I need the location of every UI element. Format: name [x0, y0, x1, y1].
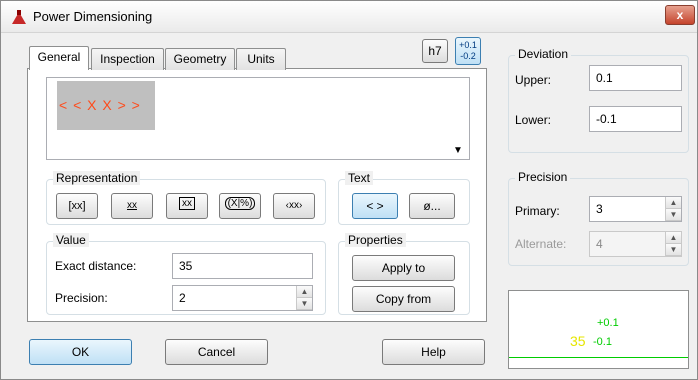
- preview-dimension-line: [509, 357, 688, 358]
- rep-btn-label-1: [xx]: [68, 200, 86, 212]
- text-btn-label-2: ø...: [423, 199, 441, 213]
- h7-button[interactable]: h7: [422, 39, 448, 63]
- representation-boxed-button[interactable]: xx: [166, 193, 208, 219]
- value-precision-label: Precision:: [55, 291, 108, 305]
- primary-label: Primary:: [515, 204, 560, 218]
- help-button[interactable]: Help: [382, 339, 485, 365]
- upper-deviation-input[interactable]: 0.1: [589, 65, 682, 91]
- value-group-title: Value: [53, 233, 89, 247]
- representation-title: Representation: [53, 171, 141, 185]
- preview-dimension-value: 35: [570, 333, 586, 349]
- copy-from-button[interactable]: Copy from: [352, 286, 455, 312]
- representation-bracket-button[interactable]: [xx]: [56, 193, 98, 219]
- tab-general[interactable]: General: [29, 46, 89, 70]
- alternate-precision-input: 4 ▲ ▼: [589, 231, 682, 257]
- representation-rounded-button[interactable]: (X|%): [219, 193, 261, 219]
- copy-from-label: Copy from: [375, 292, 432, 306]
- cancel-label: Cancel: [197, 345, 236, 359]
- tolerance-top-label: +0.1: [459, 40, 477, 50]
- value-precision-stepper[interactable]: ▲ ▼: [296, 286, 312, 310]
- value-precision-input[interactable]: 2 ▲ ▼: [172, 285, 313, 311]
- properties-title: Properties: [345, 233, 406, 247]
- spin-up-icon: ▲: [666, 232, 681, 244]
- tolerance-toggle-button[interactable]: +0.1 -0.2: [455, 37, 481, 65]
- cancel-button[interactable]: Cancel: [165, 339, 268, 365]
- primary-precision-input[interactable]: 3 ▲ ▼: [589, 196, 682, 222]
- rep-btn-label-4: (X|%): [224, 197, 256, 210]
- ok-button[interactable]: OK: [29, 339, 132, 365]
- spin-up-icon[interactable]: ▲: [666, 197, 681, 209]
- spin-down-icon[interactable]: ▼: [297, 298, 312, 310]
- lower-label: Lower:: [515, 113, 552, 127]
- rep-btn-label-3: xx: [179, 197, 195, 210]
- precision-group-title: Precision: [515, 170, 571, 184]
- help-label: Help: [421, 345, 446, 359]
- exact-distance-label: Exact distance:: [55, 259, 137, 273]
- title-bar[interactable]: Power Dimensioning x: [1, 1, 697, 33]
- spin-up-icon[interactable]: ▲: [297, 286, 312, 298]
- deviation-title: Deviation: [515, 47, 572, 61]
- text-preview: < < X X > >: [59, 97, 141, 113]
- h7-label: h7: [428, 44, 442, 58]
- text-chevrons-button[interactable]: < >: [352, 193, 398, 219]
- exact-distance-input[interactable]: 35: [172, 253, 313, 279]
- tab-units[interactable]: Units: [236, 48, 286, 70]
- text-btn-label-1: < >: [366, 199, 384, 213]
- rep-btn-label-5: ‹xx›: [285, 200, 303, 211]
- dropdown-arrow-icon[interactable]: ▼: [448, 141, 468, 161]
- tab-strip: General Inspection Geometry Units: [29, 46, 389, 70]
- representation-angle-button[interactable]: ‹xx›: [273, 193, 315, 219]
- apply-to-label: Apply to: [381, 261, 426, 275]
- alternate-label: Alternate:: [515, 237, 567, 251]
- preview-upper-tolerance: +0.1: [597, 317, 619, 329]
- tolerance-bottom-label: -0.2: [460, 51, 476, 61]
- primary-precision-value: 3: [596, 202, 603, 216]
- representation-underline-button[interactable]: xx: [111, 193, 153, 219]
- spin-down-icon[interactable]: ▼: [666, 209, 681, 221]
- upper-label: Upper:: [515, 73, 552, 87]
- close-button[interactable]: x: [665, 5, 695, 25]
- dimension-preview: +0.1 35 -0.1: [508, 290, 689, 369]
- lower-deviation-input[interactable]: -0.1: [589, 106, 682, 132]
- app-icon: [12, 10, 26, 24]
- tab-geometry[interactable]: Geometry: [165, 48, 235, 70]
- alternate-precision-value: 4: [596, 237, 603, 251]
- apply-to-button[interactable]: Apply to: [352, 255, 455, 281]
- window-title: Power Dimensioning: [33, 9, 153, 24]
- spin-down-icon: ▼: [666, 244, 681, 256]
- text-group-title: Text: [345, 171, 374, 185]
- close-icon: x: [676, 8, 684, 22]
- ok-label: OK: [71, 345, 90, 359]
- text-symbol-button[interactable]: ø...: [409, 193, 455, 219]
- tab-inspection[interactable]: Inspection: [91, 48, 164, 70]
- dialog-window: Power Dimensioning x General Inspection …: [0, 0, 698, 380]
- primary-precision-stepper[interactable]: ▲ ▼: [665, 197, 681, 221]
- preview-lower-tolerance: -0.1: [593, 336, 612, 348]
- dimension-text-editor[interactable]: < < X X > >: [46, 77, 470, 160]
- value-precision-value: 2: [179, 291, 186, 305]
- rep-btn-label-2: xx: [127, 200, 137, 211]
- alternate-precision-stepper: ▲ ▼: [665, 232, 681, 256]
